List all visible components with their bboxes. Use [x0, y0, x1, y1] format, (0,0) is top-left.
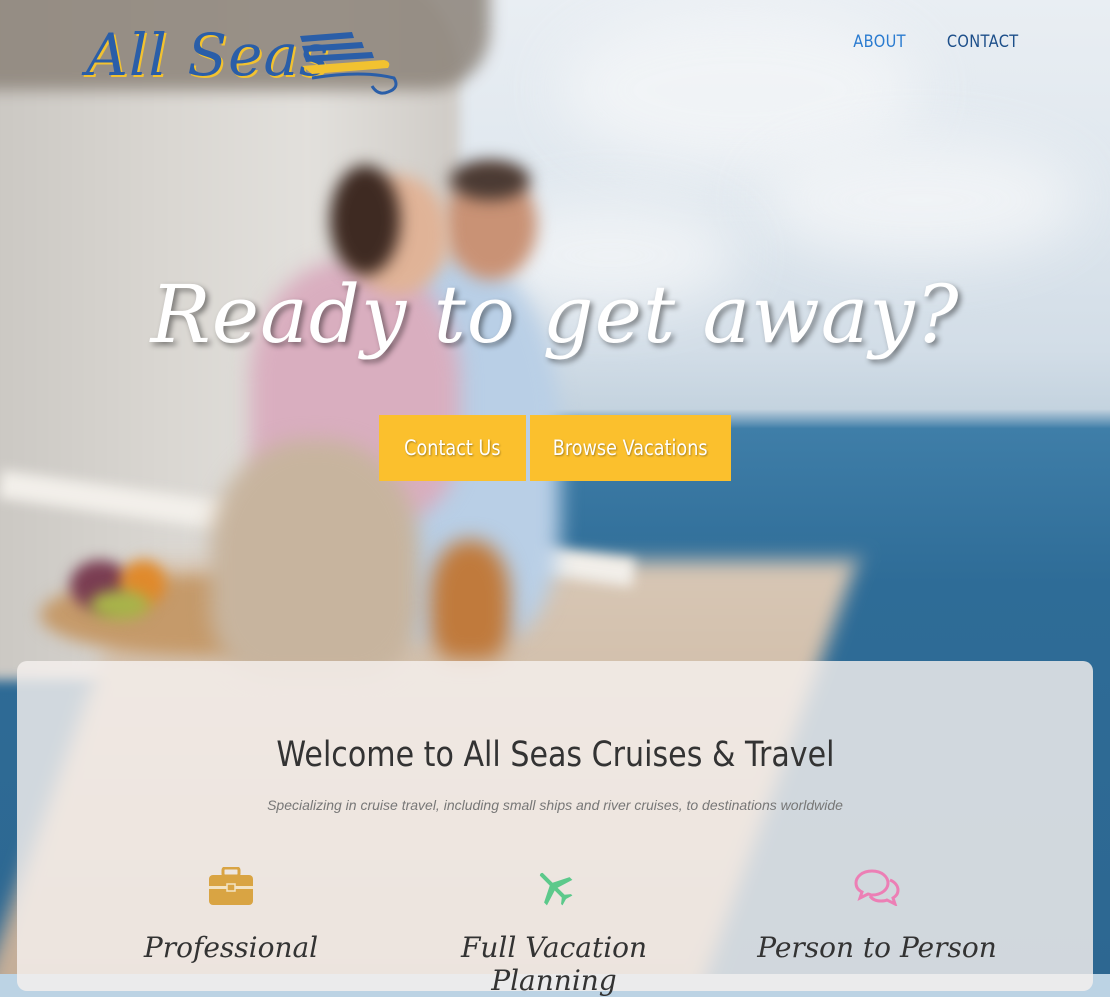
feature-professional: Professional	[71, 865, 391, 964]
nav-link-contact[interactable]: CONTACT	[946, 32, 1018, 52]
browse-vacations-button-label: Browse Vacations	[553, 436, 708, 460]
briefcase-icon	[209, 867, 253, 905]
nav-link-about[interactable]: ABOUT	[854, 32, 907, 52]
ship-logo-icon	[300, 32, 398, 95]
main-nav: ABOUT CONTACT	[849, 32, 1024, 52]
feature-label: Person to Person	[757, 931, 997, 964]
welcome-card: Welcome to All Seas Cruises & Travel Spe…	[17, 661, 1093, 997]
feature-label: Professional	[143, 931, 319, 964]
feature-full-vacation-planning: Full Vacation Planning	[394, 865, 714, 997]
contact-us-button-label: Contact Us	[404, 436, 501, 460]
feature-person-to-person: Person to Person	[717, 865, 1037, 964]
airplane-icon	[539, 872, 573, 906]
hero-headline: Ready to get away?	[150, 268, 960, 361]
contact-us-button[interactable]: Contact Us	[379, 415, 526, 481]
welcome-subtitle: Specializing in cruise travel, including…	[267, 797, 843, 813]
hero-cta-group: Contact Us Browse Vacations	[379, 415, 731, 481]
feature-label: Full Vacation Planning	[460, 931, 648, 997]
chat-bubbles-icon	[854, 869, 900, 906]
welcome-title: Welcome to All Seas Cruises & Travel	[275, 735, 835, 775]
browse-vacations-button[interactable]: Browse Vacations	[530, 415, 731, 481]
brand-logo[interactable]: All Seas	[86, 20, 402, 98]
